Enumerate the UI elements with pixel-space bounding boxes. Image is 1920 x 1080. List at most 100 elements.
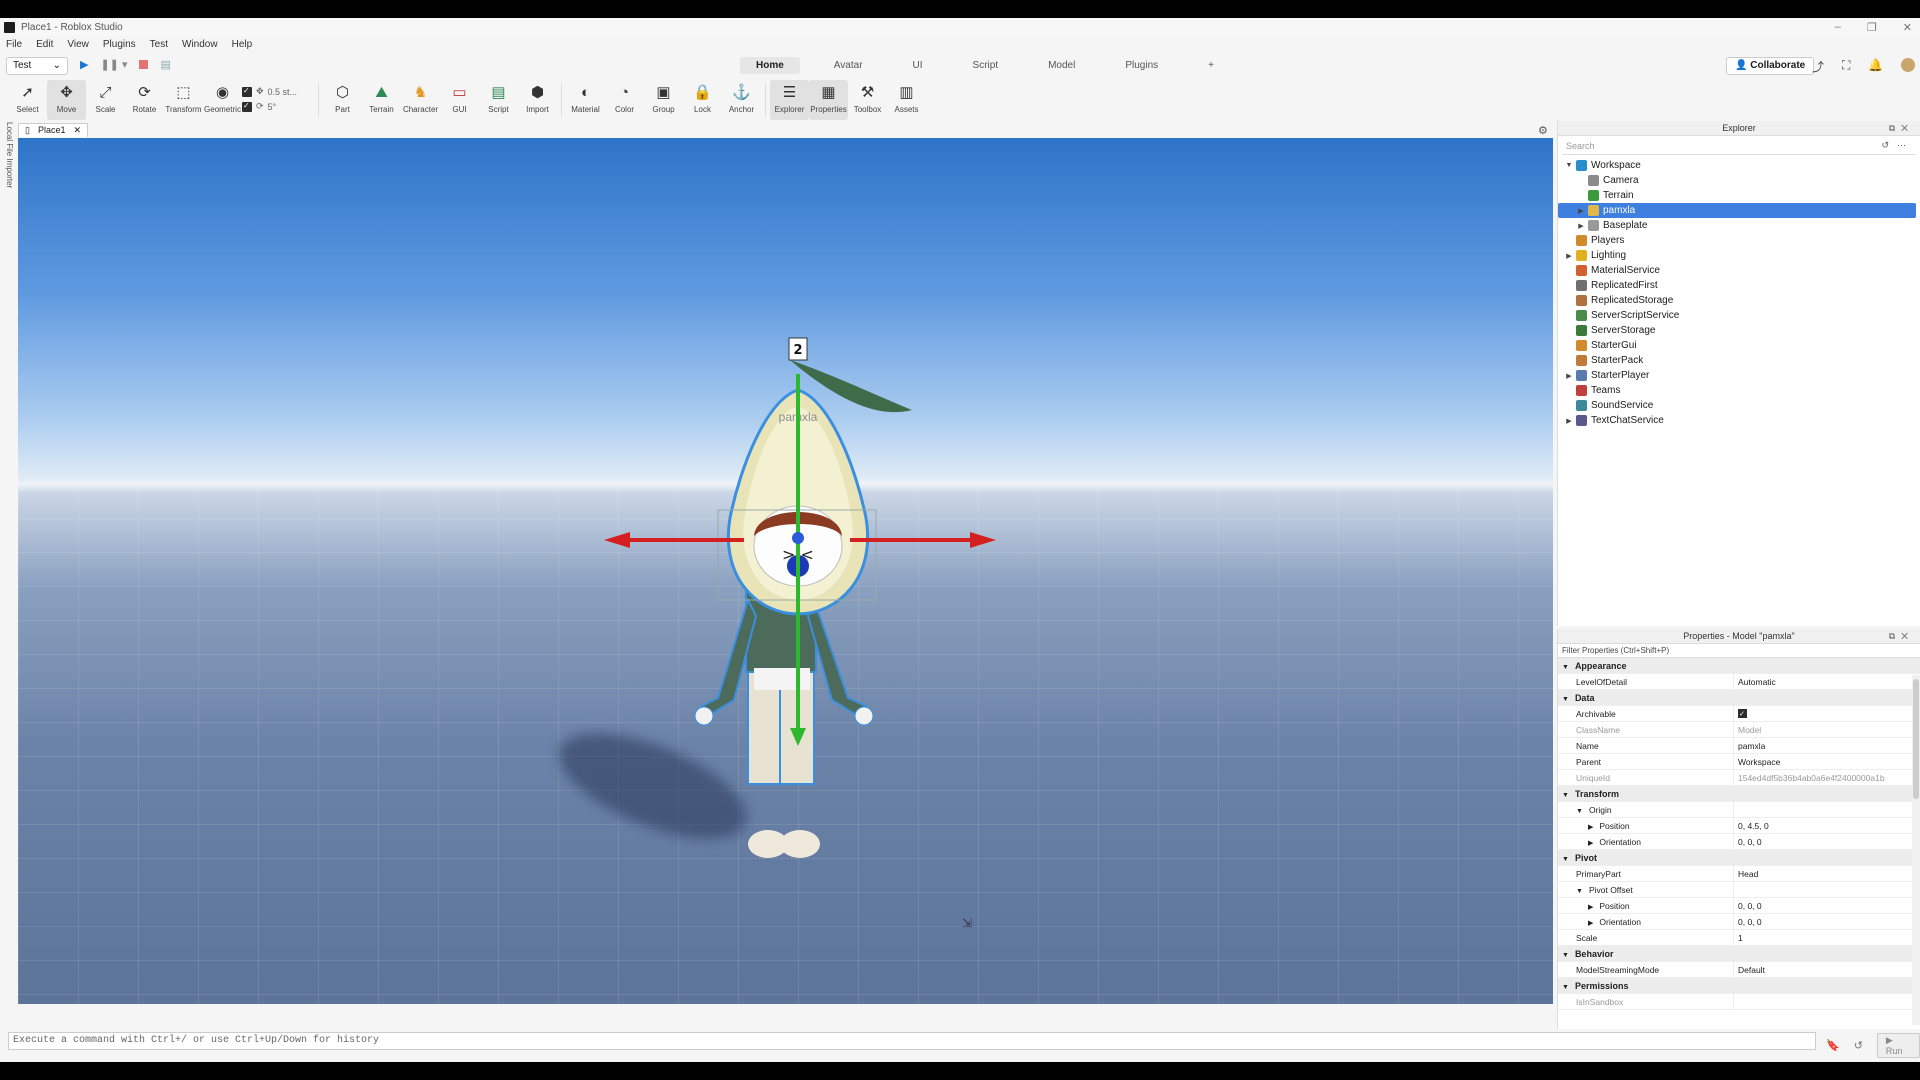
property-row[interactable]: ModelStreamingMode Default xyxy=(1558,961,1920,978)
collaborate-button[interactable]: 👤 Collaborate xyxy=(1726,57,1815,75)
toolbox-tool[interactable]: ⚒ Toolbox xyxy=(848,80,887,120)
move-snap-checkbox[interactable] xyxy=(242,86,252,97)
menu-view[interactable]: View xyxy=(67,39,89,50)
expand-arrow-down-icon[interactable]: ▼ xyxy=(1562,792,1569,799)
expand-arrow-down-icon[interactable]: ▼ xyxy=(1576,808,1583,815)
property-row[interactable]: Name pamxla xyxy=(1558,737,1920,754)
explorer-item-replicatedstorage[interactable]: ReplicatedStorage xyxy=(1558,293,1920,308)
archivable-checkbox[interactable] xyxy=(1738,707,1747,723)
property-value[interactable] xyxy=(1733,881,1920,898)
doc-tab-place1[interactable]: ▯ Place1 ✕ xyxy=(18,122,89,137)
share-icon[interactable]: ⤴ xyxy=(1812,58,1824,75)
property-value[interactable] xyxy=(1733,705,1920,723)
expand-arrow-down-icon[interactable]: ▼ xyxy=(1562,664,1569,671)
bookmark-icon[interactable]: 🔖 xyxy=(1826,1039,1840,1052)
explorer-item-startergui[interactable]: StarterGui xyxy=(1558,338,1920,353)
explorer-tool[interactable]: ☰ Explorer xyxy=(770,80,809,120)
expand-arrow-right-icon[interactable]: ▶ xyxy=(1576,207,1586,215)
history-icon[interactable]: ↺ xyxy=(1854,1039,1863,1052)
toggle-view-icon[interactable]: ▤ xyxy=(160,58,170,71)
run-button[interactable]: ▶ Run xyxy=(1876,1033,1920,1058)
explorer-item-serverstorage[interactable]: ServerStorage xyxy=(1558,323,1920,338)
part-tool[interactable]: ⬡ Part xyxy=(323,80,362,120)
expand-arrow-down-icon[interactable]: ▼ xyxy=(1564,162,1574,169)
group-tool[interactable]: ▣ Group xyxy=(644,80,683,120)
expand-arrow-right-icon[interactable]: ▶ xyxy=(1588,920,1593,927)
explorer-item-workspace[interactable]: ▼ Workspace xyxy=(1558,158,1920,173)
scrollbar-thumb[interactable] xyxy=(1913,679,1919,799)
tab-avatar[interactable]: Avatar xyxy=(818,57,879,74)
geometric-tool[interactable]: ◉ Geometric xyxy=(203,80,242,120)
property-value[interactable]: 0, 0, 0 xyxy=(1733,833,1920,850)
property-value[interactable]: pamxla xyxy=(1733,737,1920,754)
gui-tool[interactable]: ▭ GUI xyxy=(440,80,479,120)
more-icon[interactable]: ⋯ xyxy=(1897,140,1914,150)
property-value[interactable] xyxy=(1733,801,1920,818)
close-icon[interactable]: ✕ xyxy=(1901,123,1914,133)
properties-filter-input[interactable]: Filter Properties (Ctrl+Shift+P) xyxy=(1558,644,1920,658)
tab-plugins[interactable]: Plugins xyxy=(1109,57,1174,74)
explorer-item-pamxla[interactable]: ▶ pamxla xyxy=(1558,203,1916,218)
explorer-item-terrain[interactable]: Terrain xyxy=(1558,188,1920,203)
tab-script[interactable]: Script xyxy=(957,57,1015,74)
menu-edit[interactable]: Edit xyxy=(36,39,53,50)
move-handle-x-left-arrow[interactable] xyxy=(604,532,630,548)
explorer-item-camera[interactable]: Camera xyxy=(1558,173,1920,188)
explorer-search-input[interactable]: Search ↺⋯ xyxy=(1562,139,1916,155)
expand-arrow-right-icon[interactable]: ▶ xyxy=(1588,824,1593,831)
viewport-settings-gear-icon[interactable]: ⚙ xyxy=(1538,124,1548,137)
property-row[interactable]: ▶ Position 0, 4.5, 0 xyxy=(1558,817,1920,834)
property-row[interactable]: Scale 1 xyxy=(1558,929,1920,946)
expand-arrow-right-icon[interactable]: ▶ xyxy=(1576,222,1586,230)
property-value[interactable] xyxy=(1733,993,1920,1010)
menu-test[interactable]: Test xyxy=(150,39,168,50)
property-category[interactable]: ▼ Transform xyxy=(1558,786,1920,802)
move-tool[interactable]: ✥ Move xyxy=(47,80,86,120)
move-handle-x-right-arrow[interactable] xyxy=(970,532,996,548)
explorer-item-replicatedfirst[interactable]: ReplicatedFirst xyxy=(1558,278,1920,293)
character-tool[interactable]: ♞ Character xyxy=(401,80,440,120)
property-value[interactable]: 0, 4.5, 0 xyxy=(1733,817,1920,834)
explorer-item-baseplate[interactable]: ▶ Baseplate xyxy=(1558,218,1920,233)
3d-viewport[interactable]: > < pamxla 2 ⇲ xyxy=(18,138,1553,1004)
minimize-icon[interactable]: – xyxy=(1835,21,1841,33)
rotate-tool[interactable]: ⟳ Rotate xyxy=(125,80,164,120)
expand-arrow-right-icon[interactable]: ▶ xyxy=(1588,904,1593,911)
tab-ui[interactable]: UI xyxy=(897,57,939,74)
property-value[interactable]: 154ed4df5b36b4ab0a6e4f2400000a1b xyxy=(1733,769,1920,786)
property-row[interactable]: LevelOfDetail Automatic xyxy=(1558,673,1920,690)
explorer-item-players[interactable]: Players xyxy=(1558,233,1920,248)
property-value[interactable]: Model xyxy=(1733,721,1920,738)
property-row[interactable]: Parent Workspace xyxy=(1558,753,1920,770)
property-value[interactable]: Automatic xyxy=(1733,673,1920,690)
explorer-item-materialservice[interactable]: MaterialService xyxy=(1558,263,1920,278)
assets-tool[interactable]: ▥ Assets xyxy=(887,80,926,120)
rotate-snap-row[interactable]: ⟳ 5° xyxy=(242,101,314,112)
property-value[interactable]: Workspace xyxy=(1733,753,1920,770)
property-value[interactable]: 1 xyxy=(1733,929,1920,946)
expand-arrow-down-icon[interactable]: ▼ xyxy=(1562,856,1569,863)
properties-tool[interactable]: ▦ Properties xyxy=(809,80,848,120)
close-icon[interactable]: ✕ xyxy=(1903,21,1912,34)
select-tool[interactable]: ➚ Select xyxy=(8,80,47,120)
anchor-tool[interactable]: ⚓ Anchor xyxy=(722,80,761,120)
import-tool[interactable]: ⬢ Import xyxy=(518,80,557,120)
expand-arrow-down-icon[interactable]: ▼ xyxy=(1562,952,1569,959)
restore-icon[interactable]: ❐ xyxy=(1867,21,1877,34)
fullscreen-icon[interactable]: ⛶ xyxy=(1842,58,1850,75)
explorer-item-serverscriptservice[interactable]: ServerScriptService xyxy=(1558,308,1920,323)
notification-bell-icon[interactable]: 🔔 xyxy=(1868,58,1883,75)
scale-tool[interactable]: ⤢ Scale xyxy=(86,80,125,120)
property-category[interactable]: ▼ Appearance xyxy=(1558,658,1920,674)
explorer-item-soundservice[interactable]: SoundService xyxy=(1558,398,1920,413)
color-tool[interactable]: ◔ Color xyxy=(605,80,644,120)
play-icon[interactable]: ▶ xyxy=(80,58,88,71)
properties-scrollbar[interactable] xyxy=(1912,675,1920,1025)
property-category[interactable]: ▼ Behavior xyxy=(1558,946,1920,962)
explorer-item-teams[interactable]: Teams xyxy=(1558,383,1920,398)
filter-history-icon[interactable]: ↺ xyxy=(1881,140,1897,150)
explorer-item-starterpack[interactable]: StarterPack xyxy=(1558,353,1920,368)
expand-arrow-right-icon[interactable]: ▶ xyxy=(1564,252,1574,260)
menu-help[interactable]: Help xyxy=(232,39,253,50)
close-icon[interactable]: ✕ xyxy=(73,125,81,136)
